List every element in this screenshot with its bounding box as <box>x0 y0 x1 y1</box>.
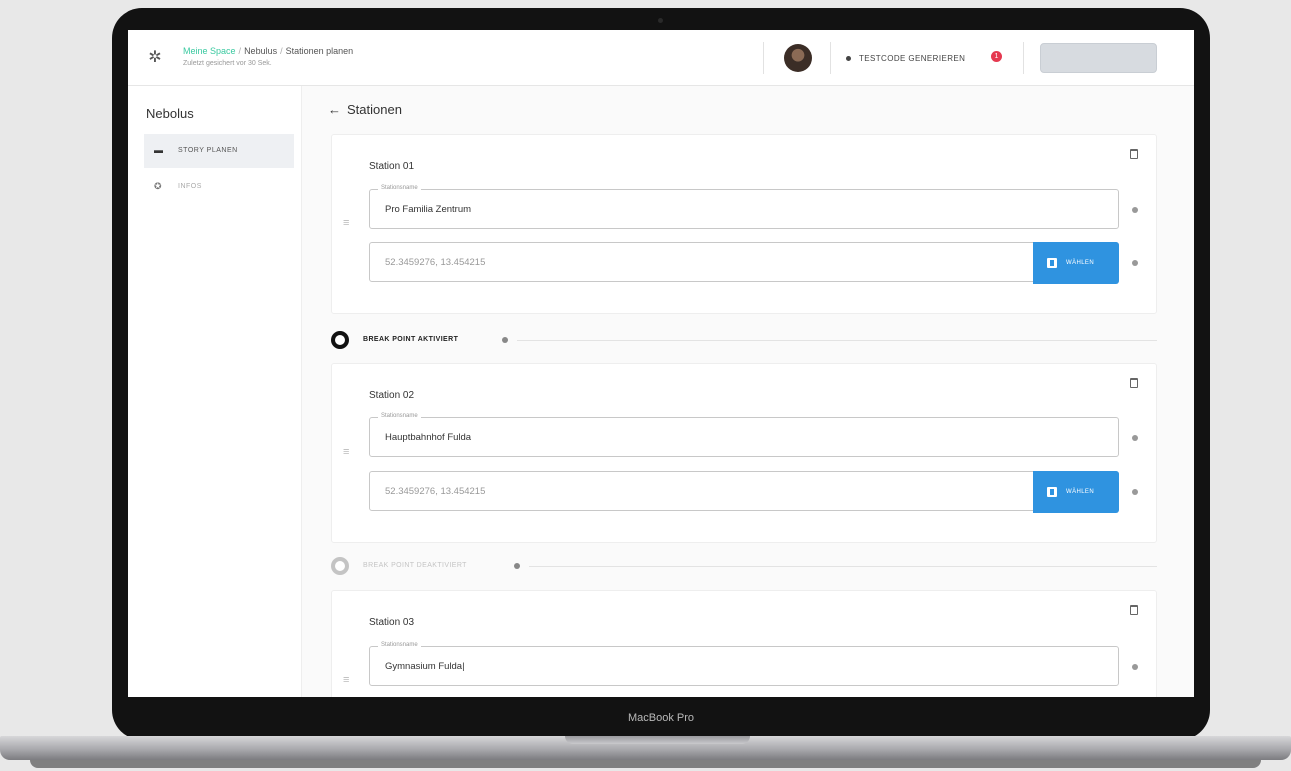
back-link[interactable]: ← Stationen <box>328 102 402 117</box>
station-title: Station 03 <box>369 617 415 628</box>
info-icon[interactable] <box>1132 489 1138 495</box>
station-card: Station 02 ≡ Stationsname Hauptbahnhof F… <box>331 363 1157 543</box>
app-logo-icon[interactable]: ✲ <box>146 49 164 67</box>
station-title: Station 02 <box>369 390 415 401</box>
choose-location-button[interactable]: WÄHLEN <box>1033 242 1119 284</box>
notification-badge: 1 <box>991 51 1002 62</box>
info-icon[interactable] <box>514 563 520 569</box>
breakpoint-toggle[interactable] <box>331 331 349 349</box>
field-legend: Stationsname <box>378 413 421 419</box>
trash-icon[interactable] <box>1130 605 1138 615</box>
drag-handle-icon[interactable]: ≡ <box>343 447 352 458</box>
laptop-notch <box>565 736 750 744</box>
coordinates-field[interactable]: 52.3459276, 13.454215 WÄHLEN <box>369 242 1119 284</box>
saved-status: Zuletzt gesichert vor 30 Sek. <box>183 60 272 67</box>
sidebar-item-label: INFOS <box>178 183 202 190</box>
field-legend: Stationsname <box>378 642 421 648</box>
top-bar: ✲ Meine Space / Nebulus / Stationen planen Z… <box>128 30 1194 86</box>
avatar[interactable] <box>784 44 812 72</box>
choose-location-button[interactable]: WÄHLEN <box>1033 471 1119 513</box>
divider <box>763 42 764 74</box>
breakpoint-row: BREAK POINT AKTIVIERT <box>331 330 1157 350</box>
station-name-field[interactable]: Stationsname Gymnasium Fulda| <box>369 642 1119 686</box>
testcode-button[interactable]: TESTCODE GENERIEREN <box>846 54 965 63</box>
info-icon[interactable] <box>1132 207 1138 213</box>
field-value: Hauptbahnhof Fulda <box>385 432 472 443</box>
station-title: Station 01 <box>369 161 415 172</box>
breakpoint-row: BREAK POINT DEAKTIVIERT <box>331 556 1157 576</box>
breadcrumb-separator: / <box>238 46 242 56</box>
sidebar: Nebolus ▬ STORY PLANEN ✪ INFOS <box>128 86 302 697</box>
field-legend: Stationsname <box>378 185 421 191</box>
app-screen: ✲ Meine Space / Nebulus / Stationen planen Z… <box>128 30 1194 697</box>
arrow-left-icon: ← <box>328 102 341 117</box>
map-icon <box>1047 487 1057 497</box>
bullet-icon <box>846 56 851 62</box>
button-label: WÄHLEN <box>1066 260 1095 266</box>
testcode-label: TESTCODE GENERIEREN <box>859 54 966 63</box>
info-icon[interactable] <box>502 337 508 343</box>
breadcrumb: Meine Space / Nebulus / Stationen planen <box>183 46 353 56</box>
breadcrumb-current: Stationen planen <box>285 46 354 56</box>
map-icon: ▬ <box>154 145 164 155</box>
sidebar-item-infos[interactable]: ✪ INFOS <box>144 170 294 204</box>
sidebar-item-label: STORY PLANEN <box>178 147 238 154</box>
info-icon[interactable] <box>1132 664 1138 670</box>
laptop-shadow <box>30 760 1261 768</box>
camera-icon <box>658 18 663 23</box>
info-icon[interactable] <box>1132 260 1138 266</box>
station-name-field[interactable]: Stationsname Hauptbahnhof Fulda <box>369 413 1119 457</box>
breadcrumb-project[interactable]: Nebulus <box>244 46 277 56</box>
station-card: Station 01 ≡ Stationsname Pro Familia Ze… <box>331 134 1157 314</box>
field-value: 52.3459276, 13.454215 <box>385 486 486 497</box>
info-icon[interactable] <box>1132 435 1138 441</box>
coordinates-field[interactable]: 52.3459276, 13.454215 WÄHLEN <box>369 471 1119 513</box>
divider <box>517 340 1157 341</box>
trash-icon[interactable] <box>1130 149 1138 159</box>
field-value: 52.3459276, 13.454215 <box>385 257 486 268</box>
gear-icon: ✪ <box>154 181 163 191</box>
map-icon <box>1047 258 1057 268</box>
trash-icon[interactable] <box>1130 378 1138 388</box>
station-name-field[interactable]: Stationsname Pro Familia Zentrum <box>369 185 1119 229</box>
field-value: Gymnasium Fulda| <box>385 661 465 672</box>
station-card: Station 03 ≡ Stationsname Gymnasium Fuld… <box>331 590 1157 697</box>
breadcrumb-home[interactable]: Meine Space <box>183 46 236 56</box>
page-title: Stationen <box>347 102 402 117</box>
publish-button[interactable] <box>1040 43 1157 73</box>
breakpoint-label: BREAK POINT DEAKTIVIERT <box>363 562 467 569</box>
divider <box>529 566 1157 567</box>
breadcrumb-separator: / <box>280 46 283 56</box>
drag-handle-icon[interactable]: ≡ <box>343 218 352 229</box>
field-value: Pro Familia Zentrum <box>385 204 472 215</box>
divider <box>830 42 831 74</box>
button-label: WÄHLEN <box>1066 489 1095 495</box>
divider <box>1023 42 1024 74</box>
breakpoint-label: BREAK POINT AKTIVIERT <box>363 336 459 343</box>
sidebar-title: Nebolus <box>146 106 194 121</box>
breakpoint-toggle[interactable] <box>331 557 349 575</box>
device-label: MacBook Pro <box>627 712 695 724</box>
sidebar-item-story[interactable]: ▬ STORY PLANEN <box>144 134 294 168</box>
drag-handle-icon[interactable]: ≡ <box>343 675 352 686</box>
